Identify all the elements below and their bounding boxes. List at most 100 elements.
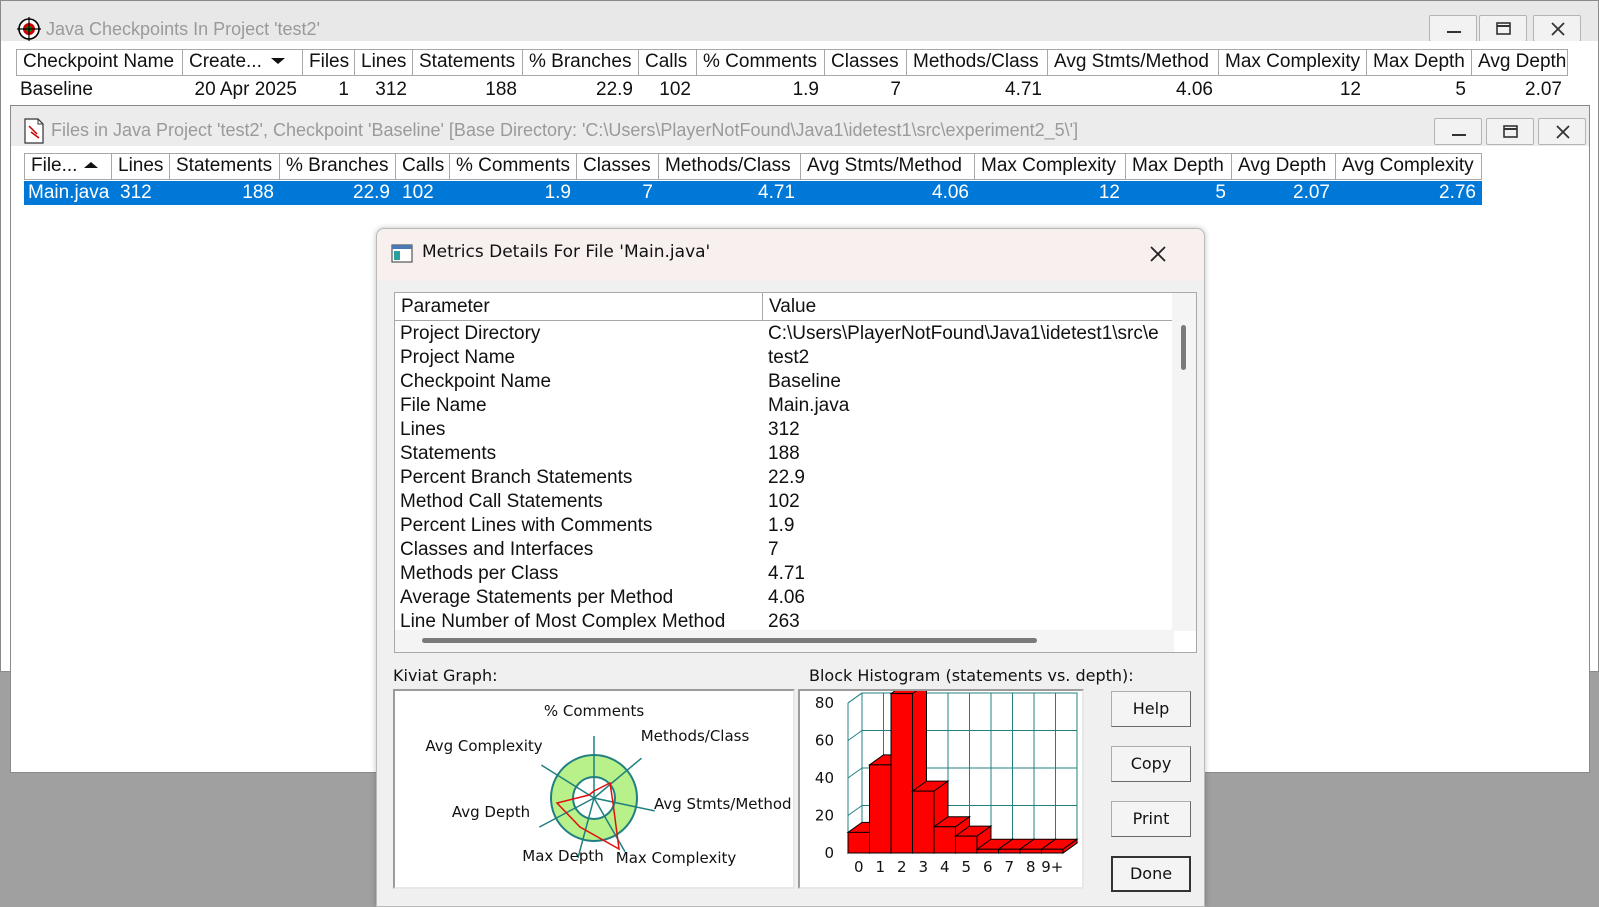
metrics-row[interactable]: Method Call Statements 102 [395,489,1175,513]
minimize-button[interactable] [1434,118,1482,145]
metrics-row[interactable]: Percent Branch Statements 22.9 [395,465,1175,489]
histogram-y-tick-label: 80 [815,694,834,712]
cell-lines: 312 [375,79,407,100]
histogram-x-tick-label: 6 [983,858,993,876]
dialog-titlebar: Metrics Details For File 'Main.java' [377,229,1204,281]
vertical-scroll-thumb[interactable] [1181,325,1186,370]
col-avg-depth[interactable]: Avg Depth [1472,49,1568,76]
col-max-complexity[interactable]: Max Complexity [1219,49,1367,76]
histogram-bar [890,693,913,854]
restore-button[interactable] [1479,15,1527,41]
histogram-x-tick-label: 4 [940,858,950,876]
metrics-row[interactable]: Methods per Class 4.71 [395,561,1175,585]
restore-icon [1503,125,1518,138]
col-statements[interactable]: Statements [170,153,280,180]
metrics-row[interactable]: File Name Main.java [395,393,1175,417]
copy-button[interactable]: Copy [1111,746,1191,782]
metrics-row[interactable]: Lines 312 [395,417,1175,441]
minimize-button[interactable] [1429,15,1477,41]
cell-branches: 22.9 [596,79,633,100]
col-statements[interactable]: Statements [413,49,523,76]
files-title: Files in Java Project 'test2', Checkpoin… [51,120,1079,140]
metrics-row[interactable]: Project Name test2 [395,345,1175,369]
close-button[interactable] [1533,15,1581,41]
files-titlebar: Files in Java Project 'test2', Checkpoin… [11,106,1589,146]
restore-button[interactable] [1486,118,1534,145]
col-lines[interactable]: Lines [355,49,413,76]
histogram-x-tick-label: 0 [854,858,864,876]
cell-max-depth: 5 [1215,182,1226,203]
col-comments[interactable]: % Comments [450,153,577,180]
col-calls[interactable]: Calls [639,49,697,76]
cell-max-depth: 5 [1455,79,1466,100]
col-avg-stmts[interactable]: Avg Stmts/Method [801,153,975,180]
col-file[interactable]: File... [24,153,112,180]
horizontal-scrollbar[interactable] [395,630,1174,652]
histogram-bar [998,848,1021,854]
print-button[interactable]: Print [1111,801,1191,837]
param-value: 4.71 [768,563,805,584]
histogram-bar [912,790,935,854]
vertical-scrollbar[interactable] [1172,293,1196,631]
metrics-row[interactable]: Classes and Interfaces 7 [395,537,1175,561]
col-max-depth[interactable]: Max Depth [1126,153,1232,180]
col-avg-stmts[interactable]: Avg Stmts/Method [1048,49,1219,76]
dialog-title: Metrics Details For File 'Main.java' [422,242,711,262]
col-classes[interactable]: Classes [825,49,907,76]
restore-icon [1496,22,1511,35]
kiviat-graph: % Comments Methods/Class Avg Stmts/Method M… [425,702,791,867]
col-parameter[interactable]: Parameter [395,293,763,321]
histogram-bar [847,831,870,854]
col-calls[interactable]: Calls [396,153,450,180]
col-value[interactable]: Value [763,293,1175,321]
metrics-row[interactable]: Project Directory C:\Users\PlayerNotFound… [395,321,1175,345]
cell-max-complexity: 12 [1339,79,1361,100]
close-button[interactable] [1538,118,1586,145]
minimize-icon [1452,134,1466,136]
param-name: Lines [400,419,446,440]
cell-branches: 22.9 [353,182,390,203]
col-comments[interactable]: % Comments [697,49,825,76]
histogram-bar [869,764,892,854]
param-name: File Name [400,395,487,416]
col-lines[interactable]: Lines [112,153,170,180]
cell-lines: 312 [120,182,152,203]
done-button[interactable]: Done [1111,856,1191,892]
window-icon [391,244,413,263]
col-checkpoint-name[interactable]: Checkpoint Name [16,49,183,76]
param-name: Percent Branch Statements [400,467,633,488]
histogram-y-tick-label: 20 [815,807,834,825]
metrics-row[interactable]: Statements 188 [395,441,1175,465]
metrics-row[interactable]: Average Statements per Method 4.06 [395,585,1175,609]
col-files[interactable]: Files [303,49,355,76]
param-name: Percent Lines with Comments [400,515,653,536]
cell-calls: 102 [659,79,691,100]
horizontal-scroll-thumb[interactable] [422,638,1037,643]
col-branches[interactable]: % Branches [280,153,396,180]
histogram-grid-line [847,692,863,704]
col-avg-complexity[interactable]: Avg Complexity [1336,153,1482,180]
metrics-row[interactable]: Checkpoint Name Baseline [395,369,1175,393]
histogram-y-tick-label: 0 [824,844,834,862]
metrics-table: Parameter Value Project Directory C:\User… [394,292,1197,653]
help-button[interactable]: Help [1111,691,1191,727]
param-name: Classes and Interfaces [400,539,594,560]
col-max-depth[interactable]: Max Depth [1367,49,1472,76]
col-avg-depth[interactable]: Avg Depth [1232,153,1336,180]
col-branches[interactable]: % Branches [523,49,639,76]
histogram-grid-line [847,805,863,816]
kiviat-panel: % Comments Methods/Class Avg Stmts/Method M… [393,689,795,889]
param-value: 7 [768,539,779,560]
col-methods-class[interactable]: Methods/Class [907,49,1048,76]
col-methods-class[interactable]: Methods/Class [659,153,801,180]
col-created[interactable]: Create... [183,49,303,76]
col-max-complexity[interactable]: Max Complexity [975,153,1126,180]
histogram-bar [955,835,978,854]
cell-methods-class: 4.71 [758,182,795,203]
close-icon[interactable] [1146,242,1170,266]
metrics-rows: Project Directory C:\Users\PlayerNotFound… [395,321,1175,633]
metrics-row[interactable]: Percent Lines with Comments 1.9 [395,513,1175,537]
checkpoint-row[interactable]: Baseline 20 Apr 2025 1 312 188 22.9 102 … [16,78,1568,102]
file-row[interactable]: Main.java 312 188 22.9 102 1.9 7 4.71 4.… [24,181,1482,205]
col-classes[interactable]: Classes [577,153,659,180]
